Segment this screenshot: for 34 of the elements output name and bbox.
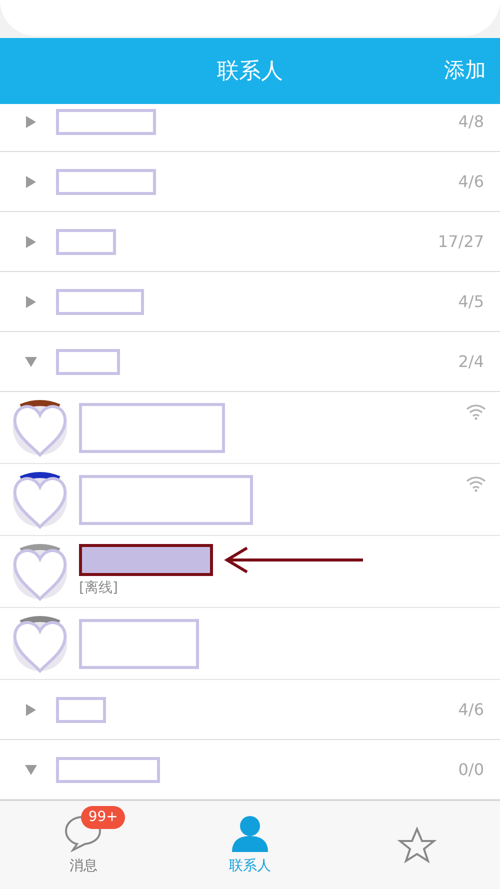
unread-badge: 99+ <box>81 806 125 828</box>
wifi-icon <box>466 404 486 420</box>
online-count: 2/4 <box>458 350 484 372</box>
group-row[interactable]: 2/4 <box>0 332 500 392</box>
group-row[interactable]: 4/6 <box>0 152 500 212</box>
header-title: 联系人 <box>217 58 283 86</box>
tab-label: 联系人 <box>229 856 271 876</box>
redaction-box <box>56 696 106 722</box>
avatar-icon <box>11 542 69 600</box>
star-icon <box>396 826 437 864</box>
avatar-icon <box>11 470 69 528</box>
add-button[interactable]: 添加 <box>444 55 486 87</box>
wifi-icon <box>466 476 486 492</box>
online-count: 4/6 <box>458 170 484 192</box>
online-count: 17/27 <box>438 230 484 252</box>
arrow-icon <box>223 544 365 576</box>
avatar-icon <box>11 614 69 672</box>
tab[interactable]: 联系人 <box>166 801 334 889</box>
tab[interactable]: 99+ 消息 <box>0 801 167 889</box>
status-text: [离线] <box>79 579 119 598</box>
contact-row[interactable]: [离线] <box>0 536 500 608</box>
group-row[interactable]: 4/6 <box>0 680 500 740</box>
online-count: 0/0 <box>458 758 484 780</box>
online-count: 4/6 <box>458 698 484 720</box>
redaction-box <box>56 348 120 374</box>
person-icon <box>230 814 270 852</box>
avatar-icon <box>11 398 69 456</box>
online-count: 4/8 <box>458 110 484 132</box>
redaction-box <box>56 228 116 254</box>
group-row[interactable]: 4/5 <box>0 272 500 332</box>
group-row[interactable]: 17/27 <box>0 212 500 272</box>
tab-label: 消息 <box>69 856 98 876</box>
group-row[interactable]: 4/8 <box>0 104 500 152</box>
online-count: 4/5 <box>458 290 484 312</box>
